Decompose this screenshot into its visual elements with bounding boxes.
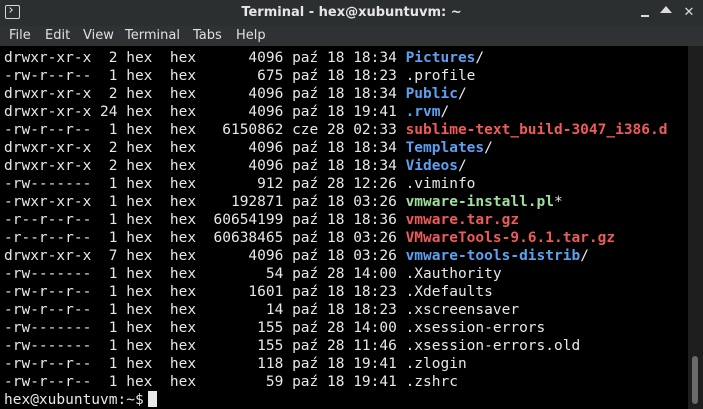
menu-terminal[interactable]: Terminal bbox=[125, 28, 180, 43]
file-name: .xscreensaver bbox=[405, 302, 520, 318]
listing-meta: drwxr-xr-x 2 hex hex 4096 paź 18 18:34 bbox=[4, 140, 406, 156]
listing-row: -rw------- 1 hex hex 54 paź 28 14:00 .Xa… bbox=[4, 265, 502, 283]
file-name: Public bbox=[405, 86, 458, 102]
listing-meta: -rw-r--r-- 1 hex hex 118 paź 18 19:41 bbox=[4, 356, 406, 372]
listing-row: -r--r--r-- 1 hex hex 60638465 paź 18 03:… bbox=[4, 229, 615, 247]
file-type-suffix: / bbox=[475, 50, 485, 66]
file-type-suffix: / bbox=[580, 248, 589, 264]
listing-meta: -rw-r--r-- 1 hex hex 675 paź 18 18:23 bbox=[4, 68, 406, 84]
file-name: Pictures bbox=[405, 50, 476, 66]
terminal-output[interactable]: drwxr-xr-x 2 hex hex 4096 paź 18 18:34 P… bbox=[0, 46, 688, 409]
listing-meta: drwxr-xr-x 2 hex hex 4096 paź 18 18:34 bbox=[4, 86, 406, 102]
scrollbar[interactable] bbox=[688, 46, 703, 409]
menu-help[interactable]: Help bbox=[236, 28, 266, 43]
file-name: .zlogin bbox=[405, 356, 467, 372]
listing-row: drwxr-xr-x 7 hex hex 4096 paź 18 03:26 v… bbox=[4, 247, 589, 265]
file-name: .profile bbox=[405, 68, 476, 84]
menu-view[interactable]: View bbox=[83, 28, 114, 43]
title-bar[interactable]: Terminal - hex@xubuntuvm: ~ ✕ bbox=[0, 0, 703, 26]
menu-file[interactable]: File bbox=[9, 28, 31, 43]
listing-row: drwxr-xr-x 2 hex hex 4096 paź 18 18:34 P… bbox=[4, 85, 467, 103]
listing-row: drwxr-xr-x 2 hex hex 4096 paź 18 18:34 V… bbox=[4, 157, 467, 175]
window-title: Terminal - hex@xubuntuvm: ~ bbox=[241, 5, 462, 20]
listing-meta: -rw-r--r-- 1 hex hex 1601 paź 18 18:23 bbox=[4, 284, 406, 300]
listing-meta: -r--r--r-- 1 hex hex 60638465 paź 18 03:… bbox=[4, 230, 406, 246]
file-name: Videos bbox=[405, 158, 458, 174]
listing-row: drwxr-xr-x 2 hex hex 4096 paź 18 18:34 P… bbox=[4, 49, 484, 67]
file-name: VMwareTools-9.6.1.tar.gz bbox=[405, 230, 616, 246]
listing-row: -rw-r--r-- 1 hex hex 118 paź 18 19:41 .z… bbox=[4, 355, 467, 373]
listing-row: -rw------- 1 hex hex 912 paź 28 12:26 .v… bbox=[4, 175, 475, 193]
file-name: .xsession-errors.old bbox=[405, 338, 581, 354]
listing-row: -rw-r--r-- 1 hex hex 6150862 cze 28 02:3… bbox=[4, 121, 667, 139]
file-name: Templates bbox=[405, 140, 485, 156]
listing-meta: -rw------- 1 hex hex 155 paź 28 14:00 bbox=[4, 320, 406, 336]
listing-meta: -rw------- 1 hex hex 155 paź 28 11:46 bbox=[4, 338, 406, 354]
listing-meta: drwxr-xr-x 2 hex hex 4096 paź 18 18:34 bbox=[4, 158, 406, 174]
file-type-suffix: * bbox=[553, 194, 563, 210]
prompt-line[interactable]: hex@xubuntuvm:~$ bbox=[4, 391, 157, 409]
menu-bar: File Edit View Terminal Tabs Help bbox=[0, 26, 703, 46]
listing-row: drwxr-xr-x 2 hex hex 4096 paź 18 18:34 T… bbox=[4, 139, 493, 157]
listing-meta: -rw------- 1 hex hex 912 paź 28 12:26 bbox=[4, 176, 406, 192]
listing-meta: -r--r--r-- 1 hex hex 60654199 paź 18 18:… bbox=[4, 212, 406, 228]
file-type-suffix: / bbox=[457, 86, 467, 102]
file-name: sublime-text_build-3047_i386.d bbox=[405, 122, 668, 138]
file-type-suffix: / bbox=[440, 104, 450, 120]
listing-meta: drwxr-xr-x 7 hex hex 4096 paź 18 03:26 bbox=[4, 248, 406, 264]
listing-meta: -rw------- 1 hex hex 54 paź 28 14:00 bbox=[4, 266, 406, 282]
file-name: vmware-install.pl bbox=[405, 194, 554, 210]
listing-meta: -rwxr-xr-x 1 hex hex 192871 paź 18 03:26 bbox=[4, 194, 406, 210]
text-cursor bbox=[147, 391, 157, 407]
listing-row: -rw-r--r-- 1 hex hex 675 paź 18 18:23 .p… bbox=[4, 67, 475, 85]
minimize-button[interactable] bbox=[636, 4, 654, 22]
file-name: .viminfo bbox=[405, 176, 476, 192]
file-name: .rvm bbox=[405, 104, 441, 120]
file-type-suffix: / bbox=[484, 140, 493, 156]
file-name: .xsession-errors bbox=[405, 320, 546, 336]
maximize-icon bbox=[660, 6, 672, 13]
listing-meta: -rw-r--r-- 1 hex hex 14 paź 18 18:23 bbox=[4, 302, 406, 318]
menu-edit[interactable]: Edit bbox=[45, 28, 70, 43]
listing-meta: -rw-r--r-- 1 hex hex 59 paź 18 19:41 bbox=[4, 374, 406, 390]
file-name: vmware.tar.gz bbox=[405, 212, 520, 228]
listing-meta: drwxr-xr-x 2 hex hex 4096 paź 18 18:34 bbox=[4, 50, 406, 66]
listing-meta: -rw-r--r-- 1 hex hex 6150862 cze 28 02:3… bbox=[4, 122, 406, 138]
close-button[interactable]: ✕ bbox=[680, 4, 698, 22]
listing-row: -rw------- 1 hex hex 155 paź 28 11:46 .x… bbox=[4, 337, 580, 355]
listing-row: -rw------- 1 hex hex 155 paź 28 14:00 .x… bbox=[4, 319, 545, 337]
listing-row: -rw-r--r-- 1 hex hex 14 paź 18 18:23 .xs… bbox=[4, 301, 519, 319]
menu-tabs[interactable]: Tabs bbox=[193, 28, 222, 43]
listing-row: drwxr-xr-x 24 hex hex 4096 paź 18 19:41 … bbox=[4, 103, 449, 121]
listing-row: -rw-r--r-- 1 hex hex 1601 paź 18 18:23 .… bbox=[4, 283, 493, 301]
listing-row: -r--r--r-- 1 hex hex 60654199 paź 18 18:… bbox=[4, 211, 519, 229]
listing-row: -rwxr-xr-x 1 hex hex 192871 paź 18 03:26… bbox=[4, 193, 563, 211]
shell-prompt: hex@xubuntuvm:~$ bbox=[4, 392, 144, 408]
minimize-icon bbox=[641, 15, 649, 17]
maximize-button[interactable] bbox=[657, 4, 675, 22]
file-name: .Xdefaults bbox=[405, 284, 493, 300]
listing-row: -rw-r--r-- 1 hex hex 59 paź 18 19:41 .zs… bbox=[4, 373, 458, 391]
file-name: .zshrc bbox=[405, 374, 458, 390]
listing-meta: drwxr-xr-x 24 hex hex 4096 paź 18 19:41 bbox=[4, 104, 406, 120]
file-type-suffix: / bbox=[457, 158, 467, 174]
scrollbar-thumb[interactable] bbox=[692, 356, 698, 404]
file-name: vmware-tools-distrib bbox=[405, 248, 581, 264]
file-name: .Xauthority bbox=[405, 266, 502, 282]
